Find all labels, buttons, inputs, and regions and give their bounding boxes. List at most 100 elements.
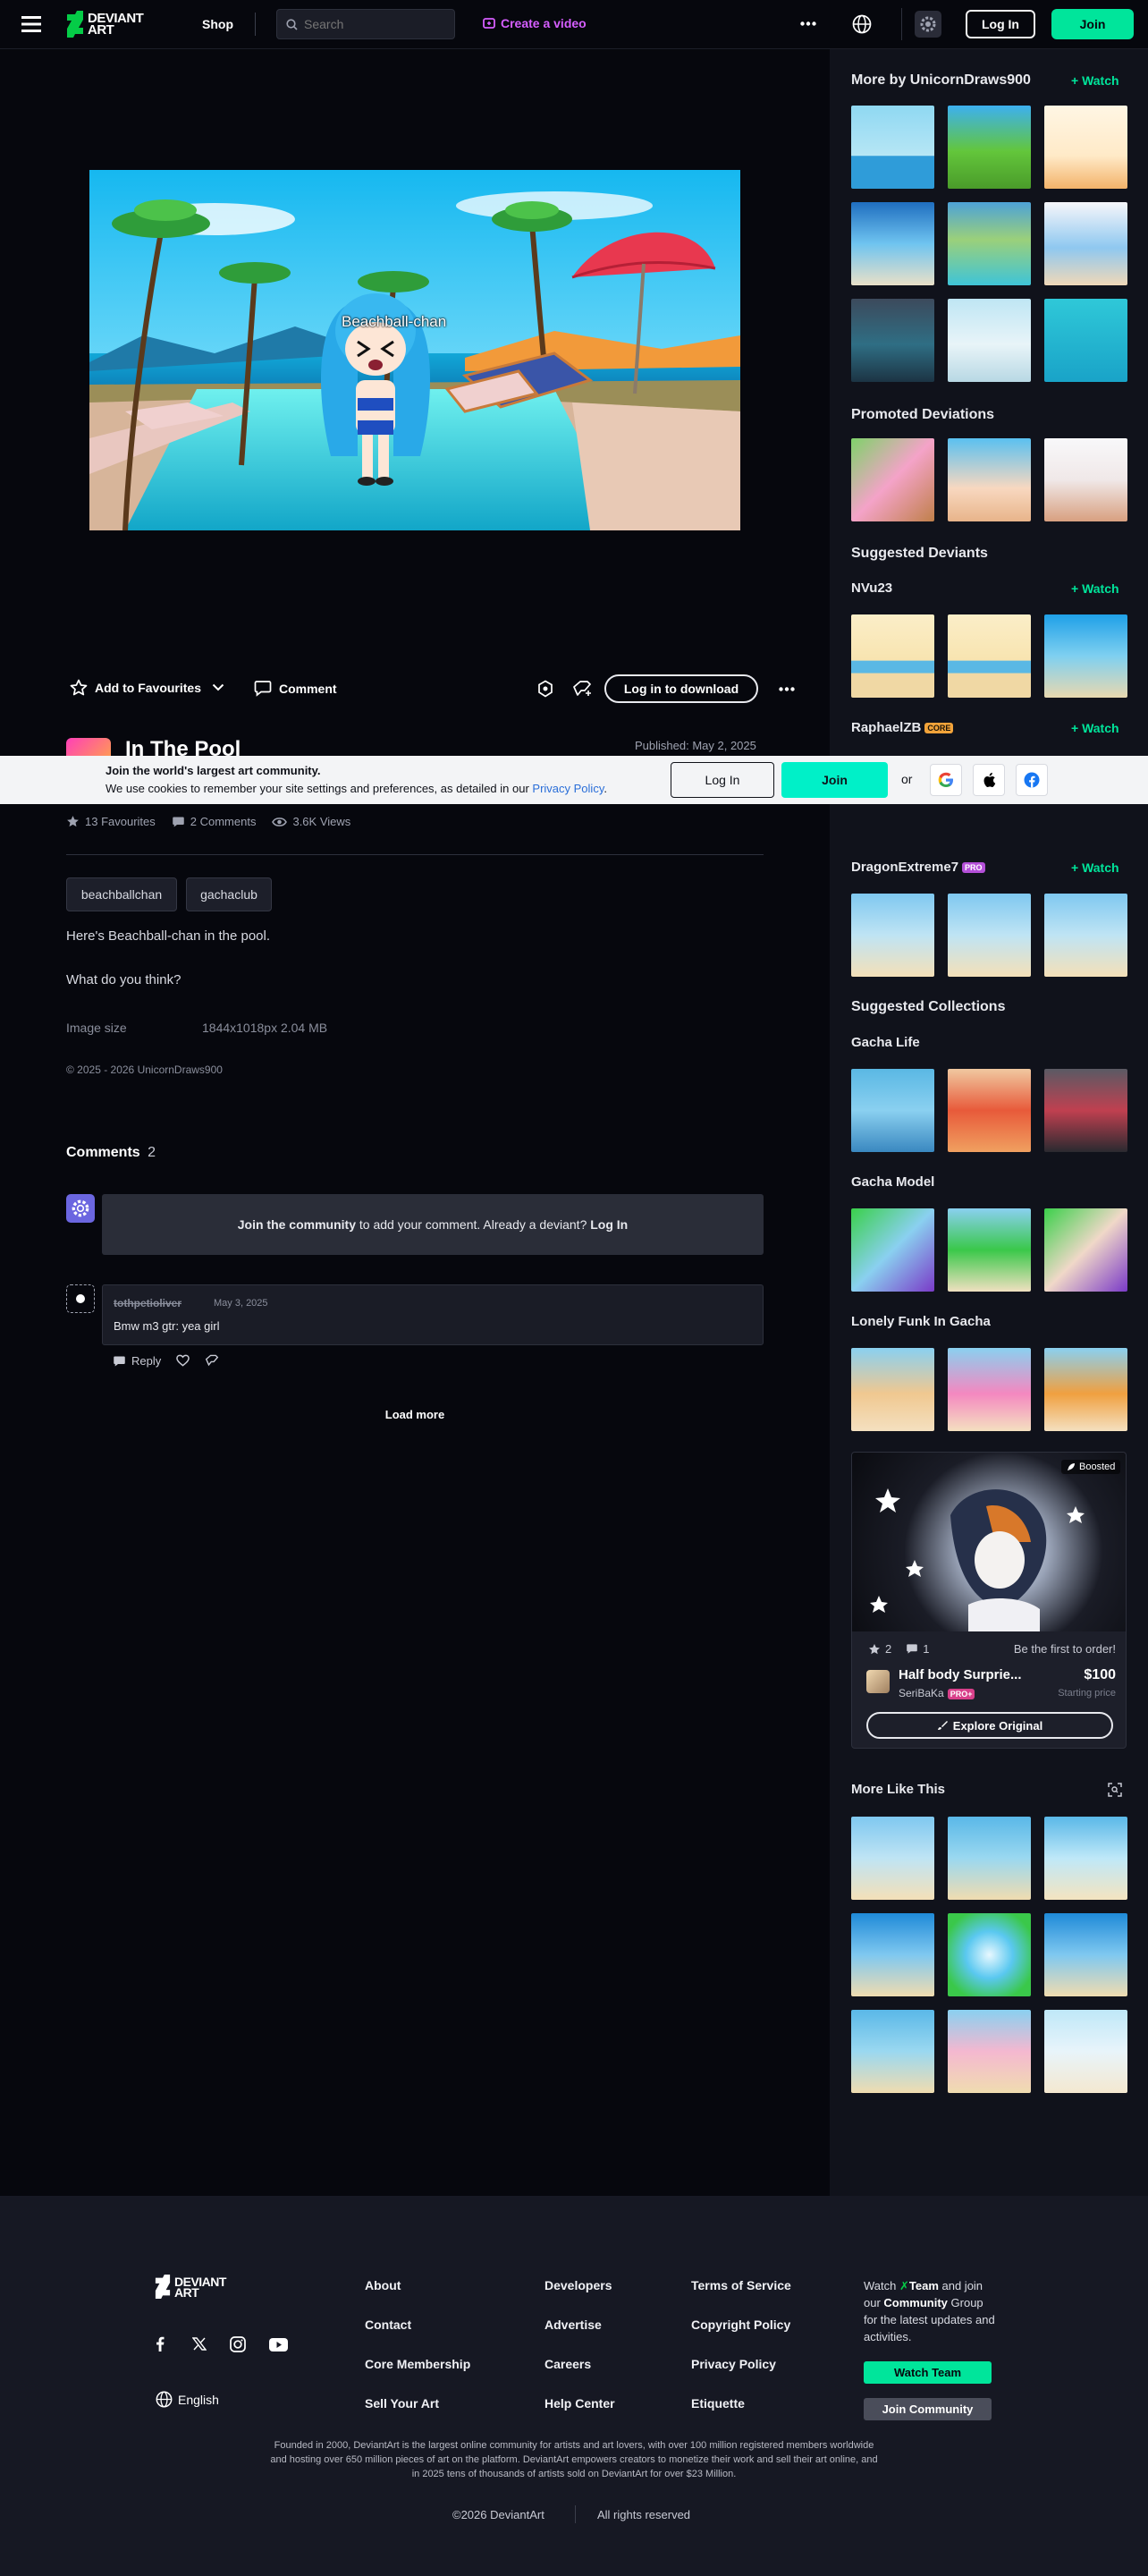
- heart-icon[interactable]: [176, 1354, 190, 1367]
- team-link[interactable]: Team: [909, 2279, 939, 2292]
- thumb-dragon-1[interactable]: [851, 894, 934, 977]
- watch-dragonextreme7-button[interactable]: + Watch: [1071, 860, 1119, 875]
- footer-link-advertise[interactable]: Advertise: [544, 2318, 602, 2332]
- thumb-more-like-1[interactable]: [851, 1817, 934, 1900]
- google-signin-button[interactable]: [930, 764, 962, 796]
- privacy-policy-link[interactable]: Privacy Policy: [532, 782, 604, 795]
- thumb-more-6[interactable]: [1044, 202, 1127, 285]
- add-to-favourites-button[interactable]: Add to Favourites: [70, 679, 201, 697]
- join-community-button[interactable]: Join Community: [864, 2398, 992, 2420]
- thumb-more-5[interactable]: [948, 202, 1031, 285]
- deviant-raphaelzb[interactable]: RaphaelZB CORE: [851, 720, 954, 735]
- thumb-dragon-3[interactable]: [1044, 894, 1127, 977]
- more-actions-icon[interactable]: [779, 687, 795, 691]
- thumb-gachamodel-2[interactable]: [948, 1208, 1031, 1292]
- header-login-button[interactable]: Log In: [966, 10, 1035, 38]
- search-box[interactable]: [276, 9, 455, 39]
- thumb-lonely-3[interactable]: [1044, 1348, 1127, 1431]
- seller-name[interactable]: SeriBaKa PRO+: [899, 1687, 975, 1699]
- boosted-card[interactable]: Boosted 2 1 Be the first to order! Half …: [851, 1452, 1127, 1749]
- footer-link-core-membership[interactable]: Core Membership: [365, 2357, 470, 2371]
- gear-avatar-icon[interactable]: [915, 11, 941, 38]
- footer-logo[interactable]: DEVIANT ART: [155, 2275, 226, 2299]
- thumb-gachamodel-1[interactable]: [851, 1208, 934, 1292]
- thumb-more-like-2[interactable]: [948, 1817, 1031, 1900]
- thumb-more-7[interactable]: [851, 299, 934, 382]
- comment-username[interactable]: tothpetioliver: [114, 1297, 181, 1309]
- thumb-more-9[interactable]: [1044, 299, 1127, 382]
- thumb-more-like-8[interactable]: [948, 2010, 1031, 2093]
- comment-button[interactable]: Comment: [254, 680, 337, 697]
- comment-login-link[interactable]: Log In: [590, 1217, 628, 1232]
- create-video-link[interactable]: Create a video: [483, 16, 587, 30]
- reply-button[interactable]: Reply: [113, 1354, 161, 1368]
- deviantart-logo[interactable]: DEVIANT ART: [66, 11, 144, 38]
- globe-icon[interactable]: [852, 14, 872, 34]
- thumb-more-2[interactable]: [948, 106, 1031, 189]
- thumb-more-8[interactable]: [948, 299, 1031, 382]
- thumb-more-1[interactable]: [851, 106, 934, 189]
- menu-icon[interactable]: [21, 15, 41, 33]
- footer-link-contact[interactable]: Contact: [365, 2318, 411, 2332]
- login-to-download-button[interactable]: Log in to download: [604, 674, 758, 703]
- x-twitter-icon[interactable]: [192, 2337, 207, 2351]
- search-input[interactable]: [304, 15, 447, 33]
- tag-beachballchan[interactable]: beachballchan: [66, 877, 177, 911]
- cookie-login-button[interactable]: Log In: [671, 762, 774, 798]
- cookie-join-button[interactable]: Join: [781, 762, 888, 798]
- thumb-more-like-3[interactable]: [1044, 1817, 1127, 1900]
- thumb-more-4[interactable]: [851, 202, 934, 285]
- thumb-more-3[interactable]: [1044, 106, 1127, 189]
- watch-raphaelzb-button[interactable]: + Watch: [1071, 721, 1119, 735]
- footer-link-etiquette[interactable]: Etiquette: [691, 2396, 745, 2411]
- footer-link-copyright-policy[interactable]: Copyright Policy: [691, 2318, 790, 2332]
- more-by-heading[interactable]: More by UnicornDraws900: [851, 72, 1031, 89]
- language-selector[interactable]: English: [156, 2391, 219, 2408]
- artwork-image[interactable]: Beachball-chan: [89, 170, 740, 530]
- thumb-gachalife-3[interactable]: [1044, 1069, 1127, 1152]
- thumb-nvu-2[interactable]: [948, 614, 1031, 698]
- thumb-more-like-4[interactable]: [851, 1913, 934, 1996]
- footer-link-about[interactable]: About: [365, 2278, 401, 2292]
- community-link[interactable]: Community: [883, 2296, 948, 2309]
- boosted-title[interactable]: Half body Surprie...: [899, 1667, 1022, 1682]
- footer-link-sell-your-art[interactable]: Sell Your Art: [365, 2396, 439, 2411]
- footer-link-help-center[interactable]: Help Center: [544, 2396, 615, 2411]
- tag-gachaclub[interactable]: gachaclub: [186, 877, 272, 911]
- thumb-gachalife-1[interactable]: [851, 1069, 934, 1152]
- thumb-promoted-2[interactable]: [948, 438, 1031, 521]
- badge-give-icon[interactable]: [536, 680, 554, 698]
- thumb-lonely-2[interactable]: [948, 1348, 1031, 1431]
- tip-small-icon[interactable]: [205, 1354, 219, 1367]
- thumb-more-like-6[interactable]: [1044, 1913, 1127, 1996]
- youtube-icon[interactable]: [269, 2338, 288, 2351]
- deviant-dragonextreme7[interactable]: DragonExtreme7 PRO: [851, 860, 985, 875]
- thumb-more-like-9[interactable]: [1044, 2010, 1127, 2093]
- seller-avatar[interactable]: [866, 1670, 890, 1693]
- join-community-link[interactable]: Join the community: [238, 1217, 356, 1232]
- chevron-down-icon[interactable]: [212, 683, 224, 691]
- footer-link-developers[interactable]: Developers: [544, 2278, 612, 2292]
- watch-nvu23-button[interactable]: + Watch: [1071, 581, 1119, 596]
- thumb-gachamodel-3[interactable]: [1044, 1208, 1127, 1292]
- tip-icon[interactable]: [572, 680, 592, 698]
- watch-team-button[interactable]: Watch Team: [864, 2361, 992, 2384]
- footer-link-privacy-policy[interactable]: Privacy Policy: [691, 2357, 776, 2371]
- thumb-lonely-1[interactable]: [851, 1348, 934, 1431]
- explore-original-button[interactable]: Explore Original: [866, 1712, 1113, 1739]
- thumb-more-like-7[interactable]: [851, 2010, 934, 2093]
- boosted-artwork[interactable]: [852, 1453, 1126, 1631]
- thumb-gachalife-2[interactable]: [948, 1069, 1031, 1152]
- thumb-nvu-3[interactable]: [1044, 614, 1127, 698]
- footer-link-careers[interactable]: Careers: [544, 2357, 591, 2371]
- instagram-icon[interactable]: [230, 2336, 246, 2352]
- collection-gacha-life[interactable]: Gacha Life: [851, 1035, 920, 1050]
- facebook-signin-button[interactable]: [1016, 764, 1048, 796]
- thumb-nvu-1[interactable]: [851, 614, 934, 698]
- apple-signin-button[interactable]: [973, 764, 1005, 796]
- footer-link-terms[interactable]: Terms of Service: [691, 2278, 791, 2292]
- shop-link[interactable]: Shop: [202, 17, 233, 31]
- load-more-button[interactable]: Load more: [0, 1408, 830, 1421]
- thumb-more-like-5[interactable]: [948, 1913, 1031, 1996]
- header-join-button[interactable]: Join: [1051, 9, 1134, 39]
